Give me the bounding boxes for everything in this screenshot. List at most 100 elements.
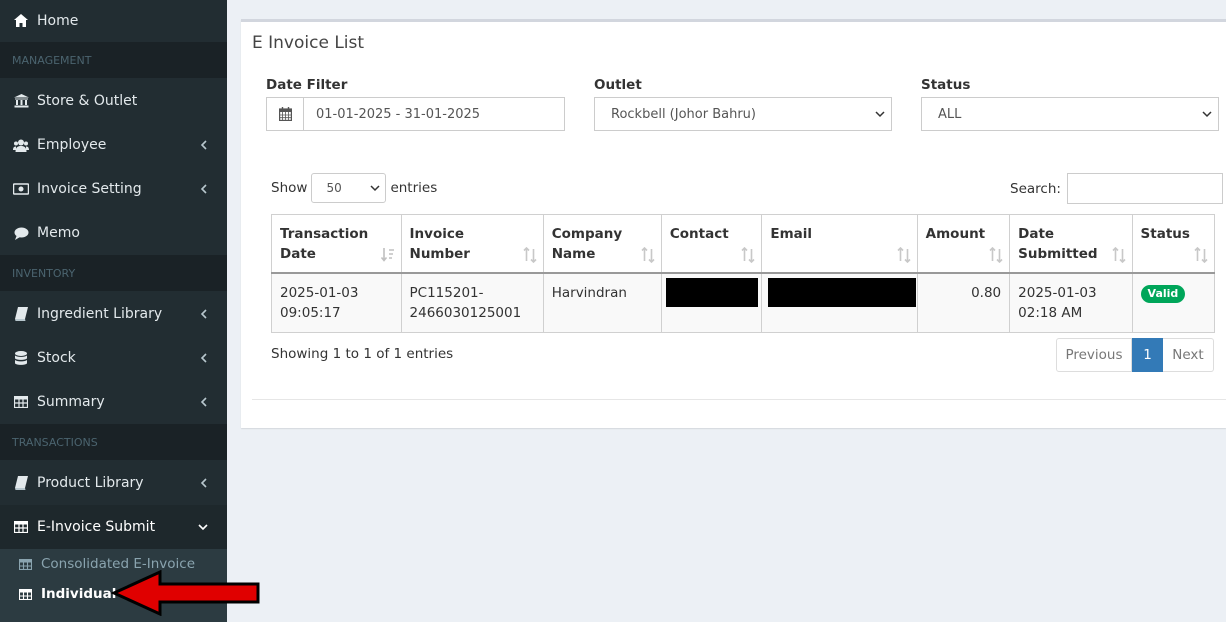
sort-desc-icon <box>380 247 394 262</box>
box-footer-divider <box>252 399 1226 400</box>
home-icon <box>13 13 29 29</box>
status-badge: Valid <box>1140 284 1186 303</box>
section-header-transactions: TRANSACTIONS <box>0 424 227 460</box>
entries-select[interactable]: 50 <box>311 173 387 203</box>
show-label: Show <box>271 180 308 196</box>
cell-email <box>761 272 918 333</box>
date-filter-label: Date Filter <box>266 77 348 93</box>
redaction-box <box>768 277 917 307</box>
date-range-input[interactable]: 01-01-2025 - 31-01-2025 <box>304 97 565 131</box>
sidebar-item-ingredient-library[interactable]: Ingredient Library <box>0 292 227 336</box>
chevron-down-icon <box>198 522 208 532</box>
redaction-box <box>665 277 758 307</box>
sort-icon <box>1194 246 1208 263</box>
chevron-down-icon <box>875 109 885 119</box>
cell-invoice-number: PC115201-2466030125001 <box>400 272 544 333</box>
calendar-icon[interactable] <box>266 97 304 131</box>
status-label: Status <box>921 77 971 93</box>
sort-icon <box>523 246 537 263</box>
table-search: Search: <box>1010 173 1223 204</box>
status-select[interactable]: ALL <box>921 97 1219 131</box>
date-filter-group: 01-01-2025 - 31-01-2025 <box>266 97 565 131</box>
sidebar-item-store-outlet[interactable]: Store & Outlet <box>0 79 227 123</box>
section-header-management: MANAGEMENT <box>0 42 227 78</box>
chevron-left-icon <box>198 478 208 488</box>
sort-icon <box>897 246 911 263</box>
chevron-left-icon <box>198 397 208 407</box>
book-icon <box>13 306 29 322</box>
sidebar-item-label: Home <box>37 12 79 29</box>
chevron-left-icon <box>198 309 208 319</box>
einvoice-list-box: E Invoice List Date Filter 01-01-2025 - … <box>241 19 1226 428</box>
red-arrow-annotation <box>110 570 260 616</box>
table-icon <box>13 394 29 410</box>
users-icon <box>13 137 29 153</box>
cell-company-name: Harvindran <box>542 272 662 333</box>
outlet-label: Outlet <box>594 77 642 93</box>
sidebar-item-invoice-setting[interactable]: Invoice Setting <box>0 167 227 211</box>
sidebar-item-product-library[interactable]: Product Library <box>0 461 227 505</box>
entries-label: entries <box>390 180 438 196</box>
column-header-amount[interactable]: Amount <box>916 214 1011 273</box>
column-header-date-submitted[interactable]: Date Submitted <box>1009 214 1133 273</box>
money-icon <box>13 181 29 197</box>
cell-date-submitted: 2025-01-03 02:18 AM <box>1009 272 1133 333</box>
section-header-inventory: INVENTORY <box>0 255 227 291</box>
column-header-status[interactable]: Status <box>1131 214 1216 273</box>
sidebar-item-label: Product Library <box>37 475 144 491</box>
sort-icon <box>641 246 655 263</box>
chevron-down-icon <box>1202 109 1212 119</box>
comment-icon <box>13 225 29 241</box>
page-1-button[interactable]: 1 <box>1132 338 1163 372</box>
cell-status: Valid <box>1131 272 1216 333</box>
table-icon <box>18 587 32 601</box>
sidebar-item-label: Summary <box>37 394 105 410</box>
next-button[interactable]: Next <box>1163 338 1214 372</box>
sidebar-item-home[interactable]: Home <box>0 0 227 41</box>
book-icon <box>13 475 29 491</box>
sidebar-item-employee[interactable]: Employee <box>0 123 227 167</box>
column-header-contact[interactable]: Contact <box>660 214 763 273</box>
sidebar-item-einvoice-submit[interactable]: E-Invoice Submit <box>0 505 227 549</box>
table-row[interactable]: 2025-01-03 09:05:17 PC115201-24660301250… <box>271 272 1216 333</box>
page-title: E Invoice List <box>252 33 365 53</box>
sidebar-item-label: Employee <box>37 137 107 153</box>
database-icon <box>13 350 29 366</box>
column-header-transaction-date[interactable]: Transaction Date <box>271 214 402 273</box>
chevron-left-icon <box>198 184 208 194</box>
sidebar-item-summary[interactable]: Summary <box>0 380 227 424</box>
sidebar: Home MANAGEMENT Store & Outlet Employee … <box>0 0 227 622</box>
sidebar-item-label: Memo <box>37 225 80 241</box>
chevron-left-icon <box>198 140 208 150</box>
sidebar-item-label: Store & Outlet <box>37 93 138 109</box>
chevron-left-icon <box>198 353 208 363</box>
sort-icon <box>989 246 1003 263</box>
previous-button[interactable]: Previous <box>1056 338 1132 372</box>
pagination: Previous 1 Next <box>1056 338 1214 372</box>
sidebar-item-label: Stock <box>37 350 76 366</box>
einvoice-table: Transaction Date Invoice Number Company … <box>271 214 1216 333</box>
sidebar-item-label: Invoice Setting <box>37 181 142 197</box>
search-input[interactable] <box>1066 173 1223 204</box>
cell-amount: 0.80 <box>916 272 1011 333</box>
column-header-company-name[interactable]: Company Name <box>542 214 662 273</box>
table-info: Showing 1 to 1 of 1 entries <box>271 346 454 362</box>
column-header-invoice-number[interactable]: Invoice Number <box>400 214 544 273</box>
cell-transaction-date: 2025-01-03 09:05:17 <box>271 272 402 333</box>
sidebar-item-label: E-Invoice Submit <box>37 519 156 535</box>
sort-icon <box>1111 246 1126 263</box>
status-selected-value: ALL <box>938 106 962 122</box>
sort-icon <box>741 246 755 263</box>
table-icon <box>13 519 29 535</box>
cell-contact <box>660 272 763 333</box>
sidebar-item-stock[interactable]: Stock <box>0 336 227 380</box>
entries-selected-value: 50 <box>326 181 342 195</box>
entries-length-control: Show 50 entries <box>271 173 437 203</box>
outlet-selected-value: Rockbell (Johor Bahru) <box>611 106 756 122</box>
search-label: Search: <box>1010 180 1061 197</box>
sidebar-item-memo[interactable]: Memo <box>0 211 227 255</box>
outlet-select[interactable]: Rockbell (Johor Bahru) <box>594 97 892 131</box>
bank-icon <box>13 93 29 109</box>
column-header-email[interactable]: Email <box>761 214 918 273</box>
sidebar-item-label: Ingredient Library <box>37 306 163 322</box>
